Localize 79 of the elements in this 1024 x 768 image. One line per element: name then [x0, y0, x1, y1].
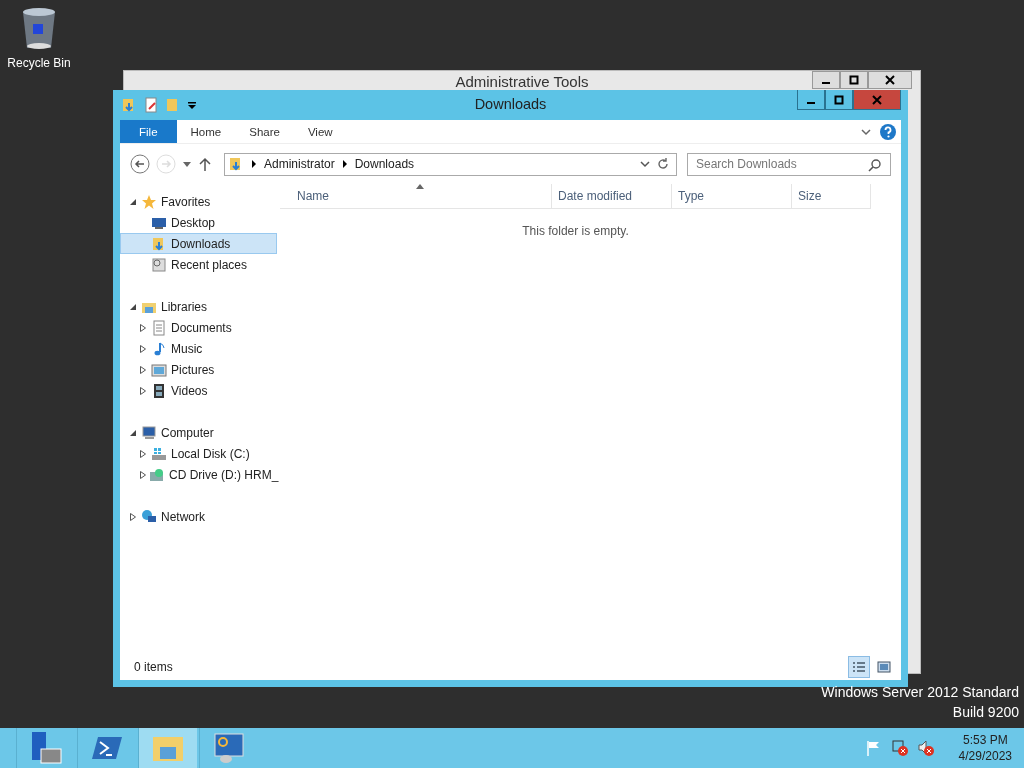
column-header[interactable]: Name [280, 184, 552, 208]
item-count: 0 items [134, 660, 173, 674]
minimize-icon [807, 101, 815, 104]
collapsed-arrow-icon[interactable] [139, 470, 147, 479]
minimize-button[interactable] [812, 71, 840, 89]
minimize-button[interactable] [797, 90, 825, 110]
ribbon-tab[interactable]: Home [176, 120, 236, 143]
expanded-arrow-icon[interactable] [129, 428, 137, 437]
breadcrumb-arrow-icon[interactable] [340, 160, 349, 168]
address-bar[interactable]: Administrator Downloads [224, 152, 677, 176]
close-icon [885, 75, 895, 85]
details-view-button[interactable] [848, 656, 870, 678]
star-icon [141, 193, 157, 210]
os-version-label: Windows Server 2012 Standard [821, 684, 1019, 700]
nav-item[interactable]: Pictures [120, 359, 277, 380]
clock-time[interactable]: 5:53 PM [962, 733, 1008, 747]
search-icon[interactable] [868, 157, 882, 172]
chevron-down-icon[interactable] [640, 160, 650, 168]
close-icon [872, 94, 882, 105]
collapsed-arrow-icon[interactable] [139, 365, 147, 374]
nav-item[interactable]: CD Drive (D:) HRM_ [120, 464, 277, 485]
nav-item[interactable]: Libraries [120, 296, 277, 317]
window-title: Administrative Tools [455, 73, 589, 90]
breadcrumb[interactable]: Downloads [354, 157, 415, 171]
ribbon-tab[interactable]: File [120, 120, 177, 143]
breadcrumb[interactable]: Administrator [264, 157, 335, 171]
search-field[interactable]: Search Downloads [687, 152, 891, 176]
maximize-icon [834, 94, 844, 105]
computer-icon [141, 424, 157, 441]
nav-item[interactable]: Local Disk (C:) [120, 443, 277, 464]
collapsed-arrow-icon[interactable] [129, 512, 137, 521]
collapsed-arrow-icon[interactable] [139, 449, 147, 458]
globe-icon [141, 508, 157, 525]
window-title: Downloads [474, 96, 547, 112]
nav-item[interactable]: Network [120, 506, 277, 527]
document-icon [151, 319, 167, 336]
muted-speaker-icon[interactable] [916, 739, 935, 757]
expanded-arrow-icon[interactable] [129, 197, 137, 206]
image-icon [877, 661, 891, 673]
collapsed-arrow-icon[interactable] [139, 344, 147, 353]
network-error-icon[interactable] [890, 739, 909, 757]
nav-item[interactable]: Desktop [120, 212, 277, 233]
clock-date[interactable]: 4/29/2023 [958, 749, 1012, 763]
dropdown-arrow-icon[interactable] [182, 160, 192, 168]
dropdown-arrow-icon[interactable] [187, 100, 197, 110]
nav-item[interactable]: Computer [120, 422, 277, 443]
nav-item[interactable]: Videos [120, 380, 277, 401]
close-button[interactable] [868, 71, 912, 89]
maximize-button[interactable] [840, 71, 868, 89]
maximize-icon [849, 75, 859, 85]
chevron-down-icon[interactable] [861, 127, 871, 136]
collapsed-arrow-icon[interactable] [139, 323, 147, 332]
desktop-icon-label[interactable]: Recycle Bin [7, 56, 71, 70]
empty-folder-message: This folder is empty. [521, 224, 630, 238]
nav-item[interactable]: Downloads [120, 233, 277, 254]
minimize-icon [822, 82, 830, 84]
picture-icon [151, 361, 167, 378]
breadcrumb-arrow-icon[interactable] [250, 160, 258, 168]
column-header[interactable]: Size [792, 184, 871, 208]
nav-item[interactable]: Recent places [120, 254, 277, 275]
nav-item[interactable]: Music [120, 338, 277, 359]
nav-item[interactable]: Favorites [120, 191, 277, 212]
ribbon-tab[interactable]: View [293, 120, 347, 143]
sort-arrow-icon [415, 184, 424, 189]
refresh-icon[interactable] [656, 157, 670, 171]
column-header[interactable]: Date modified [552, 184, 672, 208]
column-header[interactable]: Type [672, 184, 792, 208]
up-arrow-icon[interactable] [198, 156, 212, 172]
nav-item[interactable]: Documents [120, 317, 277, 338]
server-icon [29, 731, 63, 765]
collapsed-arrow-icon[interactable] [139, 386, 147, 395]
ribbon-tab[interactable]: Share [235, 120, 294, 143]
help-icon[interactable] [879, 122, 897, 141]
list-icon [852, 661, 866, 673]
drive-icon [151, 445, 167, 462]
film-icon [151, 382, 167, 399]
os-version-label: Build 9200 [952, 704, 1019, 720]
expanded-arrow-icon[interactable] [129, 302, 137, 311]
control-panel-icon [212, 731, 246, 765]
